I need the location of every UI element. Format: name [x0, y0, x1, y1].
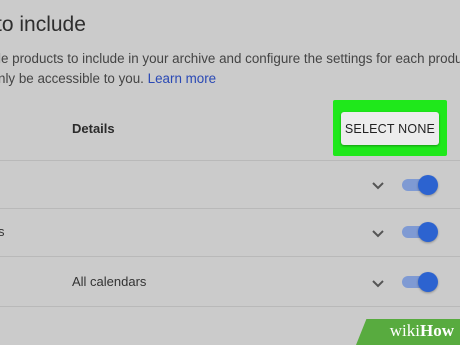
- learn-more-link[interactable]: Learn more: [148, 71, 216, 86]
- chevron-down-icon[interactable]: [370, 228, 386, 240]
- page-title: to include: [0, 13, 86, 36]
- product-toggle[interactable]: [400, 175, 438, 195]
- description-line-1: le products to include in your archive a…: [0, 51, 460, 66]
- table-divider: [0, 306, 460, 307]
- product-toggle[interactable]: [400, 272, 438, 292]
- description-line-2-text: nly be accessible to you.: [0, 71, 144, 86]
- toggle-knob: [418, 175, 438, 195]
- product-toggle[interactable]: [400, 222, 438, 242]
- row-details: All calendars: [72, 274, 147, 289]
- watermark-how: How: [420, 321, 454, 340]
- description-line-2: nly be accessible to you. Learn more: [0, 69, 460, 89]
- row-product-name: s: [0, 224, 5, 239]
- chevron-down-icon[interactable]: [370, 180, 386, 192]
- archive-settings-page: to include le products to include in you…: [0, 0, 460, 345]
- table-divider: [0, 208, 460, 209]
- chevron-down-icon[interactable]: [370, 278, 386, 290]
- table-divider: [0, 160, 460, 161]
- select-none-button[interactable]: SELECT NONE: [341, 112, 439, 145]
- toggle-knob: [418, 272, 438, 292]
- details-column-header: Details: [72, 121, 115, 136]
- toggle-knob: [418, 222, 438, 242]
- page-description: le products to include in your archive a…: [0, 49, 460, 89]
- watermark-wiki: wiki: [389, 321, 420, 340]
- watermark-logo: wikiHow: [390, 321, 454, 341]
- table-divider: [0, 256, 460, 257]
